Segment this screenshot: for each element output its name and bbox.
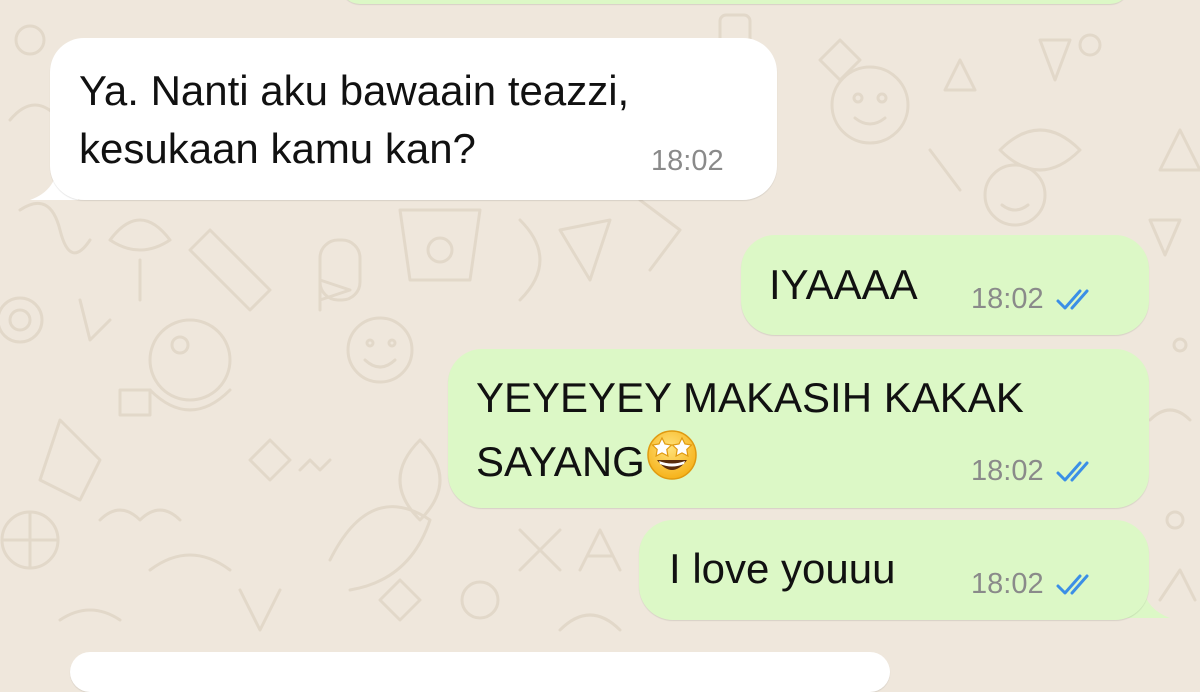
- double-check-read-icon: [1056, 461, 1089, 481]
- message-time: 18:02: [971, 283, 1044, 315]
- message-meta: 18:02: [971, 568, 1100, 601]
- message-time: 18:02: [651, 145, 724, 177]
- double-check-read-icon: [1056, 574, 1089, 594]
- message-meta: 18:02: [971, 283, 1100, 316]
- message-meta: 18:02: [971, 455, 1100, 488]
- next-message-bubble-edge: [70, 652, 890, 692]
- double-check-read-icon: [1056, 289, 1089, 309]
- message-text-line: IYAAAA: [769, 261, 918, 308]
- message-text-line: Ya. Nanti aku bawaain teazzi,: [79, 67, 630, 114]
- message-text-line: SAYANG: [476, 428, 699, 489]
- message-text-segment: SAYANG: [476, 438, 645, 485]
- star-struck-emoji-icon: [647, 430, 697, 480]
- previous-message-bubble-edge: [340, 0, 1130, 4]
- message-text-line: I love youuu: [669, 545, 896, 592]
- message-text-line: kesukaan kamu kan?: [79, 125, 476, 172]
- message-meta: 18:02: [651, 145, 724, 178]
- message-time: 18:02: [971, 455, 1044, 487]
- message-text-line: YEYEYEY MAKASIH KAKAK: [476, 374, 1024, 421]
- message-time: 18:02: [971, 568, 1044, 600]
